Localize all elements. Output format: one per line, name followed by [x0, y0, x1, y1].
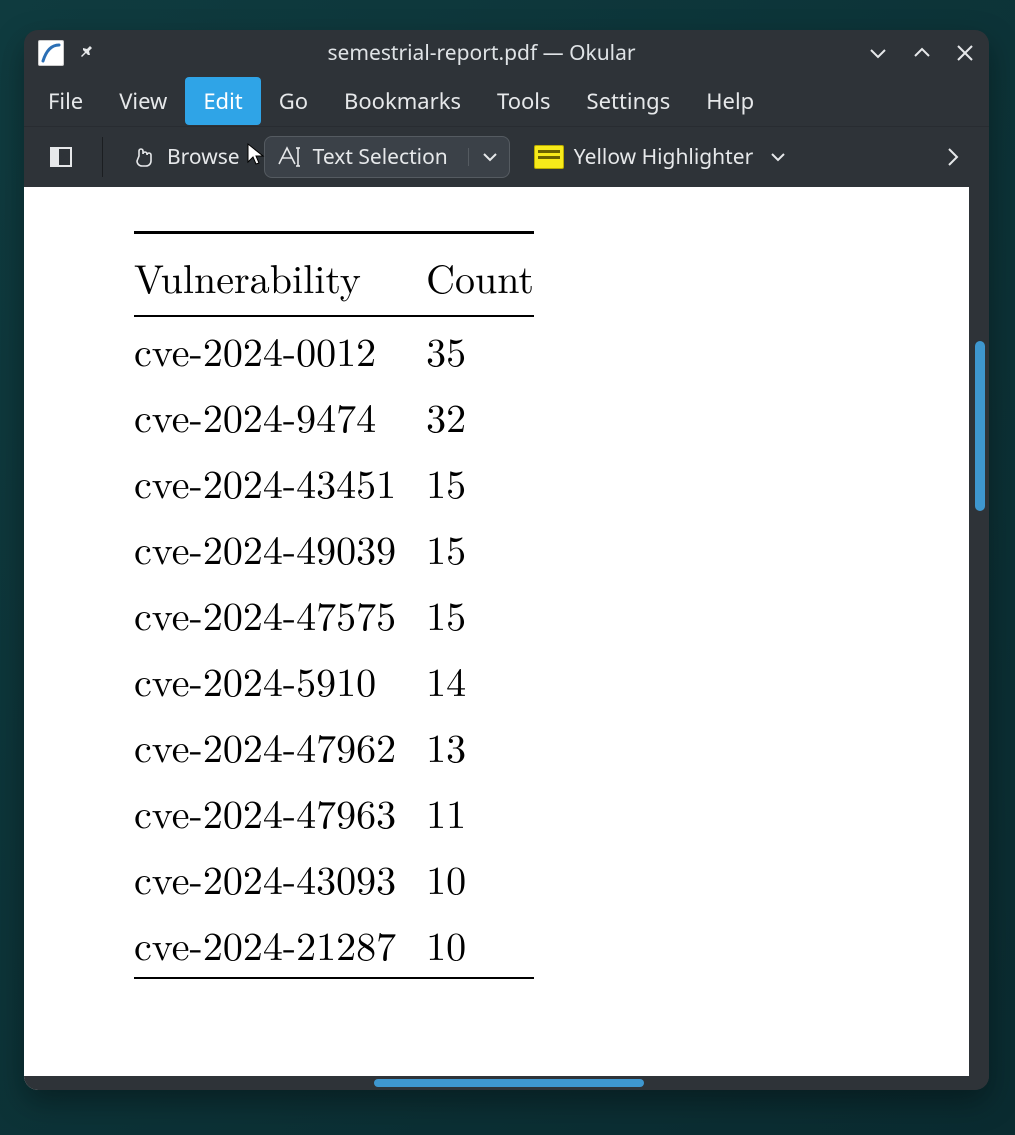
table-row: cve-2024-4345115 [134, 449, 534, 515]
menu-help[interactable]: Help [688, 77, 772, 125]
horizontal-scrollbar[interactable] [24, 1076, 989, 1090]
table-body: cve-2024-001235 cve-2024-947432 cve-2024… [134, 316, 534, 978]
toolbar-separator [102, 137, 103, 177]
window-title: semestrial-report.pdf — Okular [108, 39, 855, 67]
table-row: cve-2024-4903915 [134, 515, 534, 581]
table-row: cve-2024-4796311 [134, 779, 534, 845]
menu-edit[interactable]: Edit [185, 77, 260, 125]
table-row: cve-2024-001235 [134, 316, 534, 383]
menu-bookmarks[interactable]: Bookmarks [326, 77, 479, 125]
table-row: cve-2024-591014 [134, 647, 534, 713]
toolbar-overflow-button[interactable] [931, 139, 975, 175]
highlighter-dropdown-icon[interactable] [769, 148, 787, 166]
menu-go[interactable]: Go [261, 77, 326, 125]
menu-view[interactable]: View [101, 77, 185, 125]
okular-window: semestrial-report.pdf — Okular File View… [24, 30, 989, 1090]
highlighter-tool-button[interactable]: Yellow Highlighter [524, 137, 797, 177]
text-selection-label: Text Selection [313, 143, 448, 171]
vertical-scrollbar[interactable] [975, 201, 985, 1070]
table-row: cve-2024-4309310 [134, 845, 534, 911]
pin-icon[interactable] [76, 43, 96, 63]
table-row: cve-2024-4757515 [134, 581, 534, 647]
menu-tools[interactable]: Tools [479, 77, 569, 125]
text-selection-dropdown-icon[interactable] [468, 148, 499, 166]
close-button[interactable] [955, 42, 975, 64]
col-header-vulnerability: Vulnerability [134, 233, 426, 317]
okular-app-icon [38, 40, 64, 66]
table-row: cve-2024-947432 [134, 383, 534, 449]
vertical-scroll-thumb[interactable] [975, 341, 985, 511]
menu-file[interactable]: File [30, 77, 101, 125]
menubar: File View Edit Go Bookmarks Tools Settin… [24, 76, 989, 126]
show-sidebar-button[interactable] [38, 138, 84, 176]
highlighter-label: Yellow Highlighter [574, 143, 753, 171]
highlighter-icon [534, 145, 564, 169]
maximize-button[interactable] [911, 42, 933, 64]
pdf-page[interactable]: Vulnerability Count cve-2024-001235 cve-… [24, 187, 969, 1090]
menu-settings[interactable]: Settings [569, 77, 689, 125]
vulnerability-table: Vulnerability Count cve-2024-001235 cve-… [134, 231, 534, 979]
col-header-count: Count [426, 233, 534, 317]
horizontal-scroll-thumb[interactable] [374, 1079, 644, 1087]
browse-tool-button[interactable]: Browse [121, 137, 250, 177]
table-row: cve-2024-4796213 [134, 713, 534, 779]
minimize-button[interactable] [867, 42, 889, 64]
text-selection-tool-button[interactable]: Text Selection [264, 136, 510, 178]
browse-label: Browse [167, 143, 240, 171]
table-row: cve-2024-2128710 [134, 911, 534, 978]
toolbar: Browse Text Selection Yellow Highlighter [24, 126, 989, 187]
titlebar: semestrial-report.pdf — Okular [24, 30, 989, 76]
document-area: Vulnerability Count cve-2024-001235 cve-… [24, 187, 989, 1090]
